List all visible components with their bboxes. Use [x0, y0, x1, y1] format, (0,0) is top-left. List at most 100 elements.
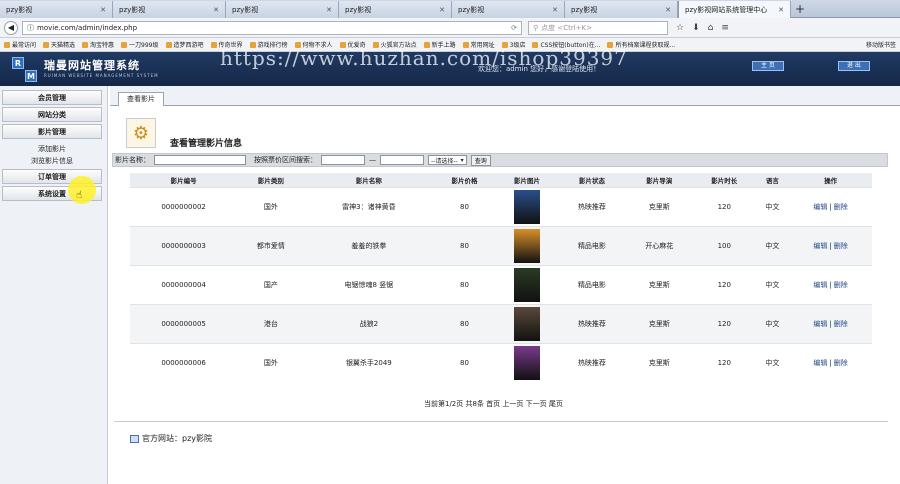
- browser-tab[interactable]: pzy影视 ✕: [0, 1, 113, 18]
- column-header: 影片导演: [625, 173, 693, 187]
- globe-icon: ⓘ: [27, 23, 34, 32]
- bookmark-item[interactable]: 淘宝特惠: [82, 40, 114, 49]
- category-select-value: --请选择--: [431, 157, 458, 165]
- bookmark-icon: [210, 41, 217, 48]
- sidebar-item-films[interactable]: 影片管理: [2, 124, 102, 139]
- close-icon[interactable]: ✕: [213, 6, 219, 14]
- film-poster-image: [513, 345, 540, 380]
- cell-status: 热映推荐: [558, 303, 626, 343]
- column-header: 影片名称: [304, 173, 434, 187]
- sidebar-sub-browse-films[interactable]: 浏览影片信息: [2, 155, 102, 167]
- close-icon[interactable]: ✕: [100, 6, 106, 14]
- app-subtitle: RUIMAN WEBSITE MANAGEMENT SYSTEM: [44, 73, 159, 78]
- action-separator: |: [829, 358, 832, 367]
- logout-button[interactable]: 退 出: [838, 61, 870, 71]
- mobile-bookmarks[interactable]: 移动版书签: [866, 40, 896, 49]
- table-row: 0000000003 都市爱情 羞羞的铁拳 80 精品电影 开心麻花 100 中文 编辑 | 删除: [130, 225, 872, 265]
- logo-icon: RM: [12, 57, 38, 83]
- cell-language: 中文: [755, 225, 790, 265]
- home-button[interactable]: 主 页: [752, 61, 784, 71]
- close-icon[interactable]: ✕: [326, 6, 332, 14]
- poster-cell: [495, 186, 559, 226]
- price-min-input[interactable]: [321, 155, 365, 165]
- table-row: 0000000004 国产 电锯惊魂8 竖锯 80 精品电影 克里斯 120 中文 编辑 | 删除: [130, 264, 872, 304]
- delete-link[interactable]: 删除: [834, 320, 848, 328]
- bookmark-item[interactable]: 一刀999级: [121, 40, 159, 49]
- edit-link[interactable]: 编辑: [813, 203, 827, 211]
- browser-tab[interactable]: pzy影视 ✕: [452, 1, 565, 18]
- query-button[interactable]: 查询: [470, 154, 491, 166]
- bookmark-label: 造梦西游吧: [173, 42, 204, 49]
- back-button[interactable]: ◀: [4, 20, 18, 35]
- delete-link[interactable]: 删除: [834, 203, 848, 211]
- column-header: 影片状态: [558, 173, 626, 187]
- close-icon[interactable]: ✕: [778, 6, 784, 14]
- tab-view-films[interactable]: 查看影片: [118, 92, 164, 106]
- cell-price: 80: [433, 225, 496, 265]
- column-header: 影片编号: [130, 173, 238, 187]
- sidebar-item-members[interactable]: 会员管理: [2, 90, 102, 105]
- edit-link[interactable]: 编辑: [813, 242, 827, 250]
- table-header-row: 影片编号 影片类别 影片名称 影片价格 影片图片 影片状态 影片导演 影片时长 语言 操作: [130, 173, 872, 187]
- column-header: 影片时长: [692, 173, 756, 187]
- close-icon[interactable]: ✕: [439, 6, 445, 14]
- new-tab-button[interactable]: +: [791, 0, 809, 17]
- browser-tab[interactable]: pzy影视 ✕: [113, 1, 226, 18]
- bookmark-icon: [82, 41, 89, 48]
- bookmark-icon: [43, 41, 50, 48]
- cell-name: 羞羞的铁拳: [304, 225, 434, 265]
- range-separator: —: [369, 156, 376, 164]
- edit-link[interactable]: 编辑: [813, 281, 827, 289]
- cell-language: 中文: [755, 303, 790, 343]
- sidebar-sub-add-film[interactable]: 添加影片: [2, 143, 102, 155]
- edit-link[interactable]: 编辑: [813, 320, 827, 328]
- footer-text[interactable]: 官方网站：pzy影院: [142, 433, 212, 444]
- cell-id: 0000000005: [130, 303, 238, 343]
- browser-tab-title: pzy影视: [232, 5, 259, 14]
- film-poster-image: [513, 306, 540, 341]
- cell-id: 0000000006: [130, 342, 238, 382]
- edit-link[interactable]: 编辑: [813, 359, 827, 367]
- cell-director: 克里斯: [625, 264, 693, 304]
- delete-link[interactable]: 删除: [834, 242, 848, 250]
- url-text: movie.com/admin/index.php: [37, 23, 138, 32]
- actions-cell: 编辑 | 删除: [789, 186, 872, 226]
- browser-tab[interactable]: pzy影视网站系统管理中心 ✕: [678, 1, 791, 18]
- search-bar: 影片名称： 按照票价区间搜索： — --请选择-- ▾ 查询: [112, 153, 888, 167]
- bookmark-label: 天猫精选: [51, 42, 76, 49]
- browser-tab[interactable]: pzy影视 ✕: [339, 1, 452, 18]
- search-input[interactable]: ⚲ 点度 <Ctrl+K>: [528, 20, 668, 35]
- bookmark-item[interactable]: 天猫精选: [43, 40, 75, 49]
- bookmark-item[interactable]: 最常访问: [4, 40, 36, 49]
- address-bar[interactable]: ⓘ movie.com/admin/index.php ⟳: [22, 20, 522, 35]
- browser-tab[interactable]: pzy影视 ✕: [565, 1, 678, 18]
- close-icon[interactable]: ✕: [665, 6, 671, 14]
- app-title: 瑞曼网站管理系统: [44, 59, 140, 72]
- cell-price: 80: [433, 264, 496, 304]
- actions-cell: 编辑 | 删除: [789, 303, 872, 343]
- delete-link[interactable]: 删除: [834, 281, 848, 289]
- cell-category: 国外: [237, 342, 305, 382]
- delete-link[interactable]: 删除: [834, 359, 848, 367]
- sidebar-item-categories[interactable]: 网站分类: [2, 107, 102, 122]
- star-icon[interactable]: ☆: [676, 23, 684, 33]
- film-name-input[interactable]: [154, 155, 246, 165]
- action-separator: |: [829, 280, 832, 289]
- reload-icon[interactable]: ⟳: [511, 24, 517, 32]
- bookmark-icon: [121, 41, 128, 48]
- price-max-input[interactable]: [380, 155, 424, 165]
- category-select[interactable]: --请选择-- ▾: [428, 155, 467, 165]
- bookmark-label: 最常访问: [12, 42, 37, 49]
- search-icon: ⚲: [533, 23, 539, 32]
- cell-category: 港台: [237, 303, 305, 343]
- download-icon[interactable]: ⬇: [692, 23, 700, 33]
- bookmark-item[interactable]: 造梦西游吧: [165, 40, 204, 49]
- column-header: 操作: [789, 173, 872, 187]
- home-icon[interactable]: ⌂: [708, 23, 714, 33]
- page-title: 查看管理影片信息: [170, 139, 243, 149]
- pagination[interactable]: 当前第1/2页 共8条 首页 上一页 下一页 尾页: [424, 399, 563, 409]
- close-icon[interactable]: ✕: [552, 6, 558, 14]
- menu-icon[interactable]: ≡: [721, 23, 729, 33]
- browser-tab[interactable]: pzy影视 ✕: [226, 1, 339, 18]
- cell-language: 中文: [755, 186, 790, 226]
